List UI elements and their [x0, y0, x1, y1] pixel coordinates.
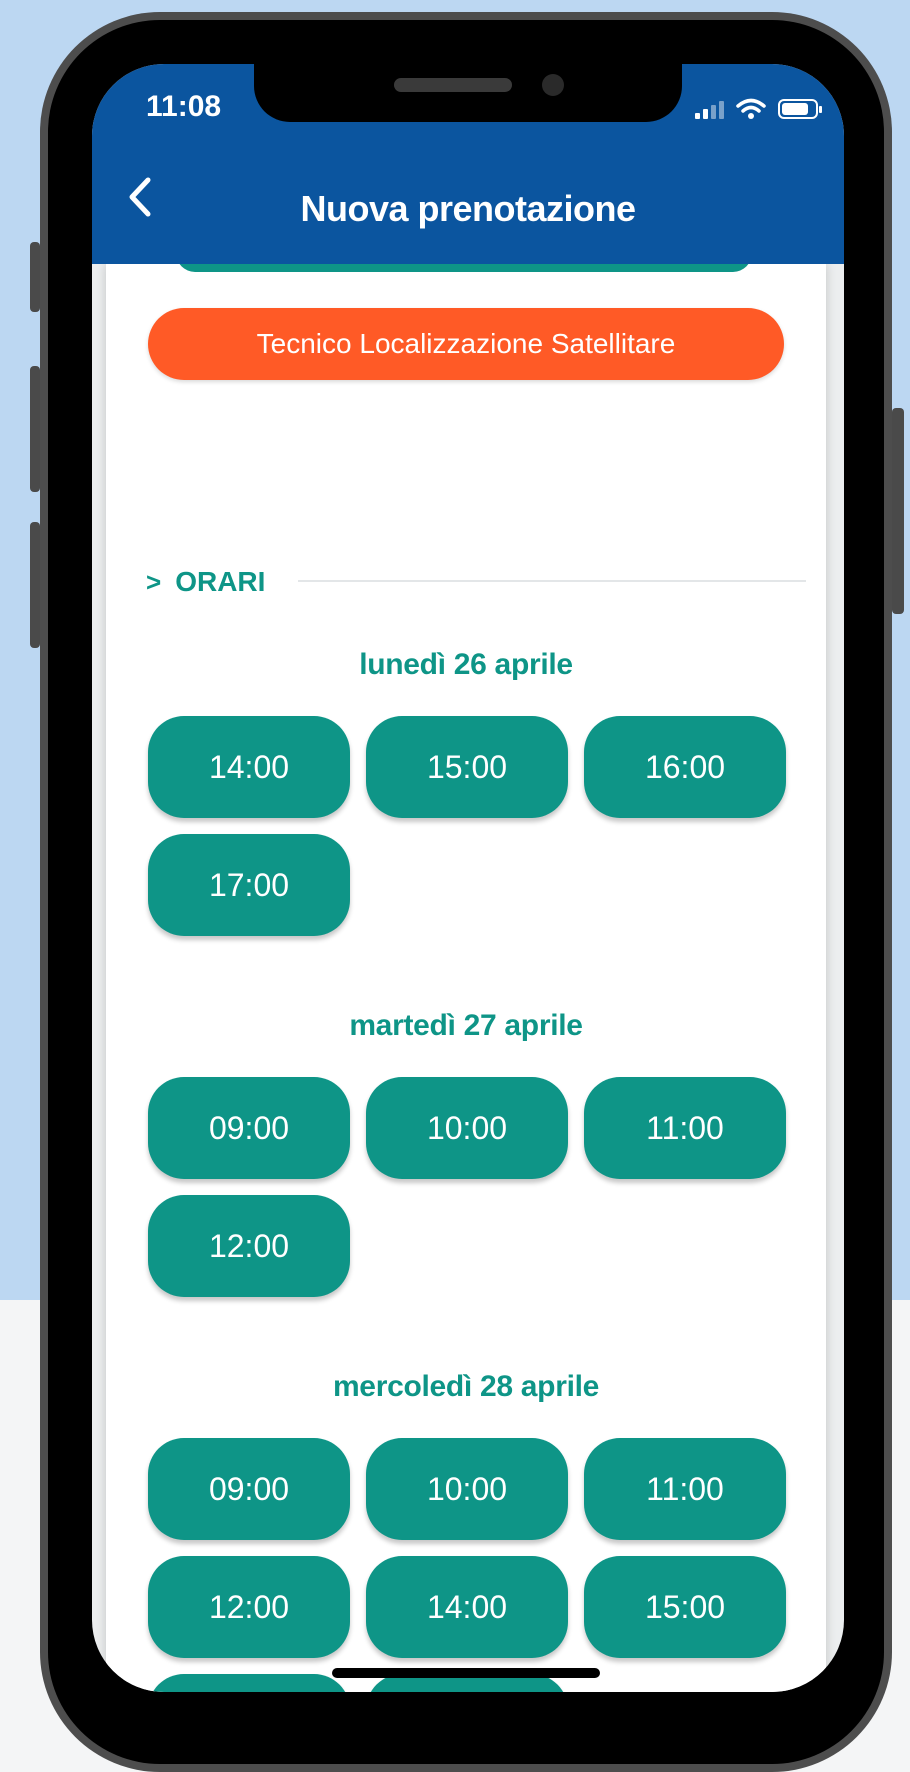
power-button	[892, 408, 904, 614]
time-slots-day-2: 09:00 10:00 11:00 12:00	[148, 1077, 788, 1297]
silent-switch	[30, 242, 40, 312]
time-slot-button[interactable]: 10:00	[366, 1077, 568, 1179]
time-slot-button[interactable]: 09:00	[148, 1438, 350, 1540]
volume-down-button	[30, 522, 40, 648]
day-title: lunedì 26 aprile	[359, 648, 573, 681]
time-slot-button[interactable]: 14:00	[366, 1556, 568, 1658]
chevron-right-icon: >	[146, 566, 162, 597]
time-slot-button[interactable]: 14:00	[148, 716, 350, 818]
day-title: martedì 27 aprile	[349, 1009, 583, 1042]
time-slot-button[interactable]: 15:00	[366, 716, 568, 818]
speaker	[394, 78, 512, 92]
phone-screen: 11:08 Nuova prenotazione Tecnico Localiz…	[92, 64, 844, 1692]
section-divider	[298, 580, 806, 582]
time-slot-button[interactable]: 09:00	[148, 1077, 350, 1179]
time-slot-button[interactable]: 17:00	[148, 834, 350, 936]
section-label: ORARI	[175, 566, 266, 597]
time-slots-day-1: 14:00 15:00 16:00 17:00	[148, 716, 788, 936]
time-slot-button[interactable]: 15:00	[584, 1556, 786, 1658]
content-card: Tecnico Localizzazione Satellitare > ORA…	[106, 234, 826, 1692]
phone-notch	[254, 64, 682, 122]
signal-icon	[695, 99, 724, 119]
day-title: mercoledì 28 aprile	[332, 1370, 600, 1403]
battery-icon	[778, 99, 822, 119]
time-slot-button[interactable]: 16:00	[584, 716, 786, 818]
time-slots-day-3: 09:00 10:00 11:00 12:00 14:00 15:00	[148, 1438, 788, 1692]
page-title: Nuova prenotazione	[300, 188, 636, 229]
time-slot-button[interactable]: 11:00	[584, 1077, 786, 1179]
time-slot-button[interactable]: 10:00	[366, 1438, 568, 1540]
time-slot-button[interactable]: 11:00	[584, 1438, 786, 1540]
status-time: 11:08	[146, 90, 222, 123]
section-header-orari[interactable]: > ORARI	[146, 566, 265, 598]
volume-up-button	[30, 366, 40, 492]
time-slot-button-partial[interactable]	[148, 1674, 350, 1692]
front-camera	[542, 74, 564, 96]
wifi-icon	[736, 98, 766, 119]
status-icons	[695, 98, 822, 120]
home-indicator	[332, 1668, 600, 1678]
service-pill[interactable]: Tecnico Localizzazione Satellitare	[148, 308, 784, 380]
time-slot-button[interactable]: 12:00	[148, 1195, 350, 1297]
time-slot-button[interactable]: 12:00	[148, 1556, 350, 1658]
